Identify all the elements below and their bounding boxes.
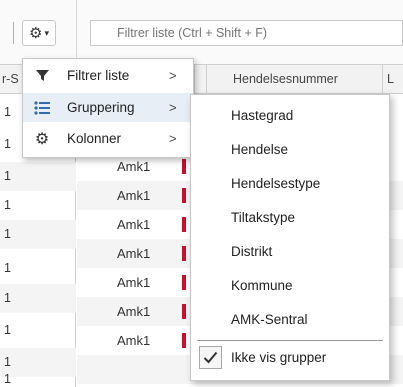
priority-flag	[182, 275, 186, 290]
ikke-vis-grupper-label[interactable]: Ikke vis grupper	[191, 343, 389, 373]
toolbar-divider	[76, 0, 77, 64]
amk-cell: Amk1	[117, 275, 151, 290]
menu-item-label: Gruppering	[67, 100, 135, 115]
priority-flag	[182, 246, 186, 261]
submenu-item-kommune[interactable]: Kommune	[191, 271, 389, 301]
left-cell: 1	[4, 372, 11, 386]
column-header-hendelsesnummer[interactable]: Hendelsesnummer	[207, 65, 383, 93]
left-cell: 1	[4, 323, 11, 337]
amk-cell: Amk1	[117, 304, 151, 319]
submenu-item-distrikt[interactable]: Distrikt	[191, 237, 389, 267]
priority-flag	[182, 188, 186, 203]
toolbar-left-stub	[0, 22, 14, 44]
left-cell: 1	[0, 284, 76, 313]
column-header-right[interactable]: L	[383, 65, 403, 93]
left-cell: 1	[0, 162, 76, 191]
filter-input[interactable]	[90, 20, 403, 46]
submenu-item-hendelse[interactable]: Hendelse	[191, 135, 389, 165]
left-cell: 1	[0, 220, 76, 249]
submenu-item-tiltakstype[interactable]: Tiltakstype	[191, 203, 389, 233]
settings-dropdown-button[interactable]: ⚙ ▾	[22, 20, 56, 46]
amk-cell: Amk1	[117, 217, 151, 232]
left-cell: 1	[4, 198, 11, 212]
submenu-divider	[197, 340, 383, 341]
submenu-item-hendelsestype[interactable]: Hendelsestype	[191, 169, 389, 199]
funnel-icon	[33, 67, 51, 85]
amk-cell: Amk1	[117, 333, 151, 348]
left-cell: 1	[4, 261, 11, 275]
priority-flag	[182, 333, 186, 348]
priority-flag	[182, 159, 186, 174]
toolbar: ⚙ ▾	[0, 0, 403, 64]
chevron-right-icon: >	[169, 131, 177, 146]
chevron-right-icon: >	[169, 68, 177, 83]
amk-cell: Amk1	[117, 188, 151, 203]
settings-menu: Filtrer liste > Gruppering > ⚙ Kolonner …	[22, 58, 194, 158]
priority-flag	[182, 217, 186, 232]
priority-flag	[182, 304, 186, 319]
chevron-right-icon: >	[169, 100, 177, 115]
menu-item-filtrer-liste[interactable]: Filtrer liste >	[23, 61, 193, 90]
gruppering-submenu: Hastegrad Hendelse Hendelsestype Tiltaks…	[190, 94, 390, 381]
gear-icon: ⚙	[34, 130, 50, 148]
amk-cell: Amk1	[117, 246, 151, 261]
menu-item-gruppering[interactable]: Gruppering >	[23, 93, 193, 122]
submenu-item-hastegrad[interactable]: Hastegrad	[191, 101, 389, 131]
gear-icon: ⚙	[29, 24, 43, 42]
menu-item-label: Kolonner	[67, 131, 122, 146]
menu-item-kolonner[interactable]: ⚙ Kolonner >	[23, 124, 193, 153]
submenu-item-amk-sentral[interactable]: AMK-Sentral	[191, 305, 389, 335]
menu-item-label: Filtrer liste	[67, 68, 130, 83]
chevron-down-icon: ▾	[44, 27, 49, 38]
column-header-narrow[interactable]	[195, 65, 207, 93]
list-icon	[33, 99, 51, 117]
